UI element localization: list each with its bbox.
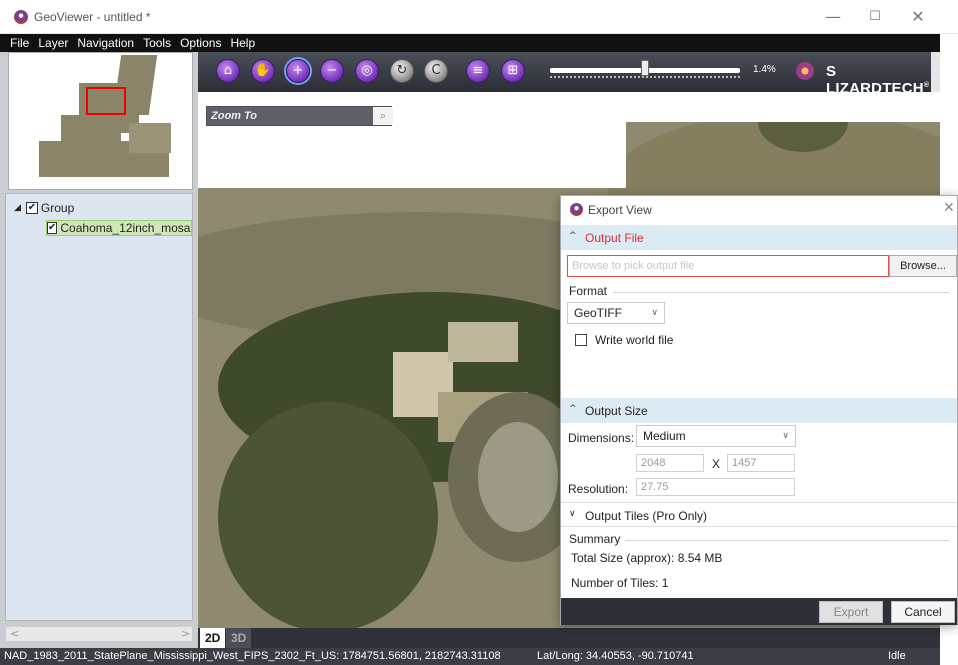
zoom-to-input[interactable] <box>207 107 371 125</box>
view-tabs: 2D 3D <box>198 628 940 648</box>
output-file-header-label: Output File <box>585 231 644 245</box>
output-size-header-label: Output Size <box>585 404 648 418</box>
overview-viewport-box[interactable] <box>86 87 126 115</box>
output-tiles-section-header[interactable]: ∨ Output Tiles (Pro Only) <box>561 502 957 527</box>
browse-button[interactable]: Browse... <box>889 255 957 277</box>
status-state: Idle <box>888 650 906 662</box>
toolbar-scrollbar[interactable] <box>931 52 940 92</box>
zoom-in-icon[interactable]: + <box>286 59 310 83</box>
tab-3d[interactable]: 3D <box>226 628 252 648</box>
status-projection: NAD_1983_2011_StatePlane_Mississippi_Wes… <box>4 650 501 662</box>
expand-caret-icon: ∨ <box>569 509 576 519</box>
home-icon[interactable]: ⌂ <box>216 59 240 83</box>
tab-2d[interactable]: 2D <box>200 628 226 648</box>
zoom-slider-ticks <box>550 76 740 78</box>
format-select[interactable]: GeoTIFF ∨ <box>567 302 665 324</box>
dialog-footer: Export Cancel <box>561 598 957 625</box>
left-panel: ◢ ✔ Group ✔ Coahoma_12inch_mosaic_ < > <box>0 52 198 648</box>
menu-tools[interactable]: Tools <box>143 36 171 50</box>
cancel-button[interactable]: Cancel <box>891 601 955 623</box>
format-label: Format <box>569 284 608 298</box>
group-checkbox[interactable]: ✔ <box>25 202 38 214</box>
reset-icon[interactable]: C <box>424 59 448 83</box>
zoom-extent-icon[interactable]: ◎ <box>355 59 379 83</box>
zoom-percent: 1.4% <box>753 64 776 75</box>
layer-group-label: Group <box>40 201 75 215</box>
map-river <box>478 422 558 532</box>
menu-bar: File Layer Navigation Tools Options Help <box>0 34 940 52</box>
menu-help[interactable]: Help <box>230 36 255 50</box>
output-file-section-header[interactable]: ^ Output File <box>561 225 957 250</box>
output-tiles-header-label: Output Tiles (Pro Only) <box>585 509 708 523</box>
expand-arrow-icon[interactable]: ◢ <box>14 203 21 213</box>
layer-group-row[interactable]: ◢ ✔ Group <box>14 200 74 216</box>
export-button[interactable]: Export <box>819 601 883 623</box>
crop-icon[interactable]: ⊞ <box>501 59 525 83</box>
format-selected: GeoTIFF <box>574 306 623 320</box>
width-input[interactable]: 2048 <box>636 454 704 472</box>
collapse-caret-icon: ^ <box>569 404 577 414</box>
maximize-button[interactable]: ☐ <box>860 6 890 28</box>
dimension-x-label: X <box>712 457 721 471</box>
map-field <box>448 322 518 362</box>
menu-options[interactable]: Options <box>180 36 221 50</box>
zoom-out-icon[interactable]: − <box>320 59 344 83</box>
menu-file[interactable]: File <box>10 36 29 50</box>
layer-checkbox[interactable]: ✔ <box>47 222 58 234</box>
zoom-to-box: ⌕ <box>206 106 393 126</box>
resolution-label: Resolution: <box>568 482 629 496</box>
zoom-slider-thumb[interactable] <box>641 60 649 76</box>
overview-map[interactable] <box>8 52 193 190</box>
summary-tile-count: Number of Tiles: 1 <box>571 576 669 590</box>
scroll-left-icon[interactable]: < <box>10 627 19 640</box>
close-button[interactable]: ✕ <box>903 6 933 28</box>
export-view-dialog: Export View ✕ ^ Output File Browse... Fo… <box>560 195 958 625</box>
brand-mark: S <box>826 63 837 80</box>
pan-icon[interactable]: ✋ <box>251 59 275 83</box>
rotate-icon[interactable]: ↻ <box>390 59 414 83</box>
dialog-app-icon <box>570 203 583 216</box>
scroll-right-icon[interactable]: > <box>181 627 190 640</box>
lizardtech-globe-icon <box>796 62 814 80</box>
search-icon[interactable]: ⌕ <box>373 107 393 125</box>
chevron-down-icon: ∨ <box>782 431 789 441</box>
app-icon <box>14 10 28 24</box>
collapse-caret-icon: ^ <box>569 231 577 241</box>
dimensions-selected: Medium <box>643 429 686 443</box>
measure-icon[interactable]: ≡ <box>466 59 490 83</box>
menu-layer[interactable]: Layer <box>38 36 68 50</box>
write-world-file-row[interactable]: Write world file <box>575 333 673 347</box>
map-blank-area <box>626 92 940 122</box>
status-bar: NAD_1983_2011_StatePlane_Mississippi_Wes… <box>0 648 940 665</box>
output-file-input[interactable] <box>567 255 889 277</box>
output-size-section-header[interactable]: ^ Output Size <box>561 398 957 423</box>
dialog-title: Export View <box>588 203 652 217</box>
window-title: GeoViewer - untitled * <box>34 10 151 24</box>
write-world-file-label: Write world file <box>595 333 674 347</box>
map-forest <box>218 402 438 628</box>
resolution-input[interactable]: 27.75 <box>636 478 795 496</box>
chevron-down-icon: ∨ <box>651 308 658 318</box>
layer-item-coahoma[interactable]: ✔ Coahoma_12inch_mosaic_ <box>46 220 192 236</box>
brand-tm: ® <box>923 82 930 89</box>
format-divider <box>613 292 949 293</box>
summary-divider <box>625 540 949 541</box>
menu-navigation[interactable]: Navigation <box>77 36 134 50</box>
dimensions-select[interactable]: Medium ∨ <box>636 425 796 447</box>
summary-total-size: Total Size (approx): 8.54 MB <box>571 551 723 565</box>
overview-land <box>129 123 171 153</box>
title-bar: GeoViewer - untitled * — ☐ ✕ <box>0 0 958 34</box>
dialog-title-bar: Export View ✕ <box>561 196 957 223</box>
layer-tree-scrollbar[interactable]: < > <box>5 626 193 642</box>
minimize-button[interactable]: — <box>818 6 848 28</box>
dimensions-label: Dimensions: <box>568 431 635 445</box>
height-input[interactable]: 1457 <box>727 454 795 472</box>
dialog-close-icon[interactable]: ✕ <box>943 200 955 216</box>
toolbar: ⌂ ✋ + − ◎ ↻ C ≡ ⊞ 1.4% S LIZARDTECH® <box>198 52 940 97</box>
layer-tree: ◢ ✔ Group ✔ Coahoma_12inch_mosaic_ <box>5 193 193 621</box>
layer-item-label: Coahoma_12inch_mosaic_ <box>60 221 192 235</box>
status-latlong: Lat/Long: 34.40553, -90.710741 <box>537 650 694 662</box>
summary-label: Summary <box>569 532 621 546</box>
write-world-file-checkbox[interactable] <box>575 334 587 346</box>
